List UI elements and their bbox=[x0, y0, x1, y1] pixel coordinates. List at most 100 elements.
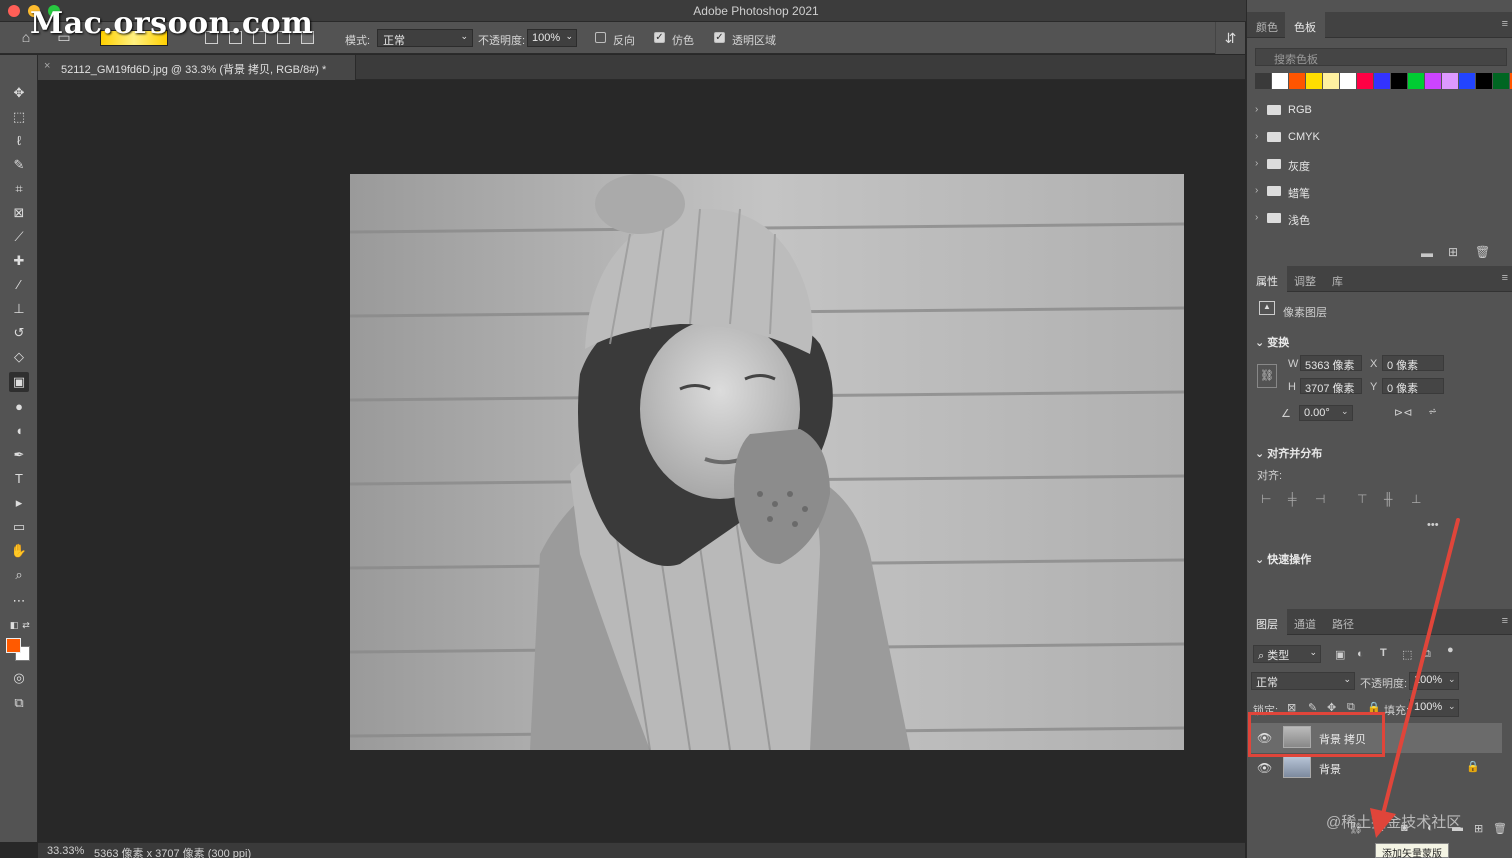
eyedropper-icon[interactable]: ⟋ bbox=[9, 227, 29, 247]
tab-properties[interactable]: 属性 bbox=[1247, 266, 1287, 292]
opacity-input[interactable]: 100% ⌄ bbox=[527, 29, 577, 47]
align-top-icon[interactable]: ⊤ bbox=[1357, 492, 1367, 506]
more-icon[interactable]: ••• bbox=[1427, 519, 1439, 531]
color-swatch[interactable] bbox=[1493, 73, 1509, 89]
swatch-folder-cmyk[interactable]: › CMYK bbox=[1255, 127, 1495, 149]
x-input[interactable]: 0 像素 bbox=[1382, 355, 1444, 372]
swap-colors-icon[interactable]: ⇄ bbox=[16, 615, 36, 635]
brush-icon[interactable]: ∕ bbox=[9, 275, 29, 295]
lock-icon[interactable]: 🔒 bbox=[1466, 760, 1480, 773]
history-brush-icon[interactable]: ↺ bbox=[9, 323, 29, 343]
panel-menu-icon[interactable]: ≡ bbox=[1502, 18, 1508, 30]
panel-menu-icon[interactable]: ≡ bbox=[1502, 272, 1508, 284]
color-swatch[interactable] bbox=[1459, 73, 1475, 89]
y-input[interactable]: 0 像素 bbox=[1382, 378, 1444, 395]
swatch-folder-rgb[interactable]: › RGB bbox=[1255, 100, 1495, 122]
document-info[interactable]: 5363 像素 x 3707 像素 (300 ppi) bbox=[94, 845, 251, 858]
align-center-v-icon[interactable]: ╫ bbox=[1384, 492, 1393, 506]
mode-select[interactable]: 正常 ⌄ bbox=[377, 29, 473, 47]
filter-shape-icon[interactable]: ⬚ bbox=[1402, 648, 1412, 661]
swatch-folder-grayscale[interactable]: › 灰度 bbox=[1255, 154, 1495, 176]
document-tab[interactable]: × 52112_GM19fd6D.jpg @ 33.3% (背景 拷贝, RGB… bbox=[38, 55, 356, 80]
chevron-down-icon[interactable]: ⌄ bbox=[1448, 674, 1456, 685]
filter-type-icon[interactable]: T bbox=[1380, 647, 1387, 659]
tab-layers[interactable]: 图层 bbox=[1247, 609, 1287, 635]
color-swatch[interactable] bbox=[1476, 73, 1492, 89]
flip-vertical-icon[interactable]: ⩫ bbox=[1428, 405, 1437, 418]
document-image[interactable] bbox=[350, 174, 1184, 750]
new-folder-icon[interactable]: ▬ bbox=[1421, 246, 1433, 260]
share-icon[interactable]: ⇵ bbox=[1215, 22, 1245, 54]
quick-mask-icon[interactable]: ◎ bbox=[9, 668, 29, 688]
quick-actions-header[interactable]: ⌄ 快速操作 bbox=[1255, 551, 1311, 567]
gradient-icon[interactable]: ▣ bbox=[9, 372, 29, 392]
color-swatch[interactable] bbox=[1442, 73, 1458, 89]
color-swatch[interactable] bbox=[1272, 73, 1288, 89]
color-swatch[interactable] bbox=[1340, 73, 1356, 89]
flip-horizontal-icon[interactable]: ⊳⊲ bbox=[1394, 406, 1412, 419]
filter-toggle-icon[interactable]: ● bbox=[1447, 644, 1454, 656]
pen-icon[interactable]: ✒ bbox=[9, 445, 29, 465]
chevron-down-icon[interactable]: ⌄ bbox=[1448, 701, 1456, 712]
color-swatch[interactable] bbox=[1391, 73, 1407, 89]
crop-icon[interactable]: ⌗ bbox=[9, 179, 29, 199]
layer-row-background[interactable]: 👁 背景 🔒 bbox=[1250, 753, 1502, 783]
type-icon[interactable]: T bbox=[9, 469, 29, 489]
reverse-checkbox[interactable] bbox=[595, 32, 606, 43]
eye-icon[interactable]: 👁 bbox=[1257, 761, 1272, 775]
new-layer-icon[interactable]: ⊞ bbox=[1474, 822, 1483, 835]
align-left-icon[interactable]: ⊢ bbox=[1261, 492, 1271, 506]
tab-swatches[interactable]: 色板 bbox=[1285, 12, 1325, 38]
screen-mode-icon[interactable]: ⧉ bbox=[9, 693, 29, 713]
swatch-folder-light[interactable]: › 浅色 bbox=[1255, 208, 1495, 230]
transform-section-header[interactable]: ⌄ 变换 bbox=[1255, 334, 1289, 350]
layer-name[interactable]: 背景 bbox=[1319, 761, 1341, 777]
color-swatch[interactable] bbox=[1306, 73, 1322, 89]
marquee-icon[interactable]: ⬚ bbox=[9, 107, 29, 127]
color-swatch[interactable] bbox=[1425, 73, 1441, 89]
zoom-icon[interactable]: ⌕ bbox=[9, 565, 29, 585]
swatch-folder-pastel[interactable]: › 蜡笔 bbox=[1255, 181, 1495, 203]
hand-icon[interactable]: ✋ bbox=[9, 541, 29, 561]
close-icon[interactable]: × bbox=[44, 60, 50, 72]
color-swatch[interactable] bbox=[1357, 73, 1373, 89]
swatch-search-input[interactable]: 搜索色板 bbox=[1255, 48, 1507, 66]
new-swatch-icon[interactable]: ⊞ bbox=[1448, 245, 1458, 259]
panel-menu-icon[interactable]: ≡ bbox=[1502, 615, 1508, 627]
zoom-level[interactable]: 33.33% bbox=[47, 845, 84, 857]
tab-adjustments[interactable]: 调整 bbox=[1285, 266, 1325, 292]
path-select-icon[interactable]: ▸ bbox=[9, 493, 29, 513]
transparency-checkbox[interactable]: ✓ bbox=[714, 32, 725, 43]
tab-libraries[interactable]: 库 bbox=[1323, 266, 1352, 292]
filter-smart-object-icon[interactable]: ⧉ bbox=[1423, 648, 1431, 661]
height-input[interactable]: 3707 像素 bbox=[1300, 378, 1362, 395]
color-swatch[interactable] bbox=[1374, 73, 1390, 89]
filter-adjustment-icon[interactable]: ◐ bbox=[1357, 648, 1364, 660]
move-icon[interactable]: ✥ bbox=[9, 83, 29, 103]
trash-icon[interactable]: 🗑 bbox=[1475, 245, 1490, 259]
more-icon[interactable]: ⋯ bbox=[9, 591, 29, 611]
rectangle-icon[interactable]: ▭ bbox=[9, 517, 29, 537]
frame-icon[interactable]: ⊠ bbox=[9, 203, 29, 223]
color-swatch[interactable] bbox=[1289, 73, 1305, 89]
align-bottom-icon[interactable]: ⊥ bbox=[1411, 492, 1421, 506]
trash-icon[interactable]: 🗑 bbox=[1493, 822, 1507, 835]
width-input[interactable]: 5363 像素 bbox=[1300, 355, 1362, 372]
align-center-h-icon[interactable]: ╪ bbox=[1288, 492, 1297, 506]
dodge-icon[interactable]: ◖ bbox=[9, 421, 29, 441]
color-swatch[interactable] bbox=[1323, 73, 1339, 89]
dither-checkbox[interactable]: ✓ bbox=[654, 32, 665, 43]
layer-filter-select[interactable]: ⌕ 类型 ⌄ bbox=[1253, 645, 1321, 663]
filter-pixel-icon[interactable]: ▣ bbox=[1335, 648, 1345, 661]
foreground-color-swatch[interactable] bbox=[6, 638, 21, 653]
canvas-area[interactable] bbox=[38, 81, 1245, 842]
blur-icon[interactable]: ● bbox=[9, 397, 29, 417]
chevron-down-icon[interactable]: ⌄ bbox=[1341, 406, 1349, 417]
tab-paths[interactable]: 路径 bbox=[1323, 609, 1363, 635]
color-swatch[interactable] bbox=[1255, 73, 1271, 89]
tab-color[interactable]: 颜色 bbox=[1247, 12, 1287, 38]
healing-icon[interactable]: ✚ bbox=[9, 251, 29, 271]
align-right-icon[interactable]: ⊣ bbox=[1315, 492, 1325, 506]
color-swatch[interactable] bbox=[1408, 73, 1424, 89]
blend-mode-select[interactable]: 正常 ⌄ bbox=[1251, 672, 1355, 690]
